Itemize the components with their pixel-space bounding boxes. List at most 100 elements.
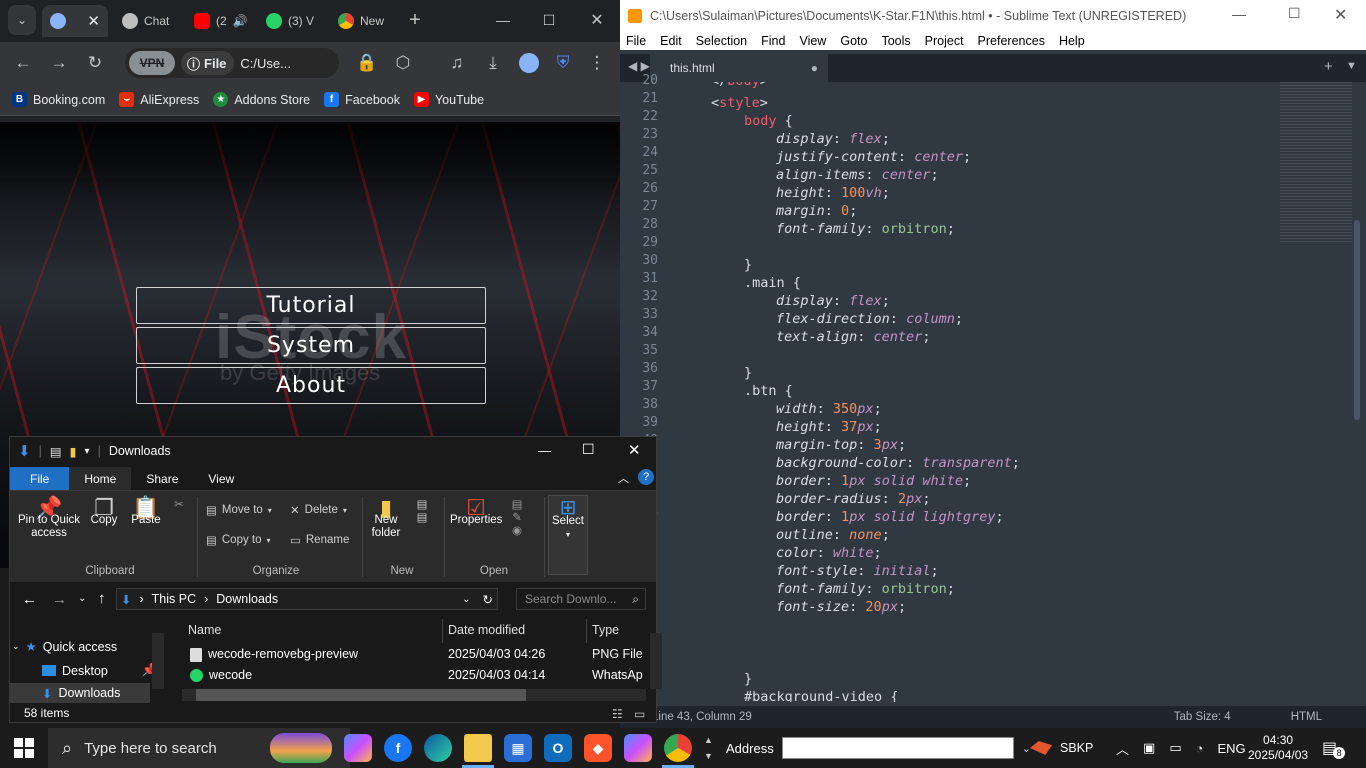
tab-size[interactable]: Tab Size: 4	[1174, 711, 1231, 723]
recent-locations-icon[interactable]: ⌄	[78, 593, 86, 604]
file-explorer-icon[interactable]	[464, 734, 492, 762]
edge-icon[interactable]	[424, 734, 452, 762]
tab-home[interactable]: Home	[69, 467, 132, 490]
tab-new[interactable]: New	[330, 5, 392, 37]
wifi-icon[interactable]: ◔	[1196, 741, 1204, 756]
notifications-button[interactable]: ▤ 8	[1322, 728, 1346, 768]
maximize-button[interactable]: ☐	[582, 441, 595, 458]
tab-nav-arrows-icon[interactable]: ◀ ▶	[628, 59, 650, 73]
folder-quick-icon[interactable]: ▮	[70, 444, 77, 459]
vpn-button[interactable]: VPN	[129, 51, 175, 75]
tab-chat[interactable]: Chat	[114, 5, 176, 37]
pin-quick-access-button[interactable]: 📌 Pin to Quick access	[16, 497, 82, 540]
column-date-modified[interactable]: Date modified	[448, 623, 525, 637]
toolbar-scroll-icon[interactable]: ▲ ▼	[704, 732, 713, 764]
vertical-scrollbar[interactable]	[650, 633, 662, 689]
language-indicator[interactable]: ENG	[1217, 741, 1245, 756]
tab-youtube[interactable]: (2 🔊	[186, 5, 248, 37]
table-row[interactable]: wecode 2025/04/03 04:14 WhatsAp	[190, 668, 650, 683]
media-control-icon[interactable]: ♫	[442, 48, 472, 78]
new-item-icon[interactable]: ▤ ▤	[410, 499, 434, 525]
new-tab-icon[interactable]: +	[1324, 58, 1333, 75]
menu-project[interactable]: Project	[925, 34, 964, 48]
menu-edit[interactable]: Edit	[660, 34, 682, 48]
details-view-icon[interactable]: ☷	[612, 707, 623, 721]
menu-tools[interactable]: Tools	[881, 34, 910, 48]
nav-quick-access[interactable]: ⌄ ★ Quick access	[12, 639, 117, 655]
forward-icon[interactable]: →	[44, 48, 74, 78]
show-hidden-icons-icon[interactable]: ︿	[1116, 739, 1129, 758]
delete-button[interactable]: ✕ Delete ▾	[290, 503, 347, 517]
quick-access-dropdown-icon[interactable]: ▾	[85, 446, 90, 457]
copy-to-button[interactable]: ▤ Copy to ▾	[206, 533, 271, 547]
large-icons-view-icon[interactable]: ▭	[634, 707, 645, 721]
menu-find[interactable]: Find	[761, 34, 785, 48]
code-editor[interactable]: </body> <style> body { display: flex; ju…	[678, 82, 1298, 702]
profile-avatar[interactable]	[514, 48, 544, 78]
close-window-button[interactable]: ✕	[628, 441, 641, 459]
properties-button[interactable]: ☑ Properties	[450, 497, 502, 527]
menu-goto[interactable]: Goto	[840, 34, 867, 48]
facebook-icon[interactable]: f	[384, 734, 412, 762]
maximize-button[interactable]: ☐	[1288, 5, 1301, 22]
extensions-icon[interactable]: ⬡	[388, 48, 418, 78]
store-icon[interactable]: ▦	[504, 734, 532, 762]
outlook-icon[interactable]: O	[544, 734, 572, 762]
crumb-downloads[interactable]: Downloads	[216, 592, 278, 606]
minimize-button[interactable]: —	[538, 443, 551, 458]
start-button[interactable]	[14, 738, 34, 758]
syntax-mode[interactable]: HTML	[1291, 711, 1322, 723]
clock[interactable]: 04:30 2025/04/03	[1248, 728, 1308, 768]
system-button[interactable]: System	[136, 327, 486, 364]
menu-file[interactable]: File	[626, 34, 646, 48]
search-input[interactable]: Search Downlo... ⌕	[516, 588, 646, 610]
brave-icon[interactable]: ◆	[584, 734, 612, 762]
help-icon[interactable]: ?	[638, 469, 654, 485]
close-window-button[interactable]: ✕	[574, 0, 620, 40]
address-dropdown-icon[interactable]: ⌄	[462, 594, 470, 605]
new-folder-button[interactable]: ▮ New folder	[368, 497, 404, 540]
open-icon[interactable]: ▤ ✎ ◉	[508, 499, 526, 538]
menu-view[interactable]: View	[799, 34, 826, 48]
crumb-this-pc[interactable]: This PC	[152, 592, 196, 606]
bookmark-facebook[interactable]: f Facebook	[324, 92, 400, 107]
scrollbar-thumb[interactable]	[1354, 220, 1360, 420]
tab-active[interactable]: ✕	[42, 5, 108, 37]
tab-search-button[interactable]: ⌄	[8, 5, 36, 35]
menu-icon[interactable]: ⋮	[582, 48, 612, 78]
cut-icon[interactable]: ✂	[170, 499, 188, 512]
bookmark-aliexpress[interactable]: ⌣ AliExpress	[119, 92, 199, 107]
tab-view[interactable]: View	[193, 467, 249, 490]
bookmark-addons-store[interactable]: ★ Addons Store	[213, 92, 310, 107]
menu-selection[interactable]: Selection	[696, 34, 747, 48]
address-input[interactable]	[781, 737, 1014, 759]
copilot-app-icon[interactable]	[624, 734, 652, 762]
paste-button[interactable]: 📋 Paste	[128, 497, 164, 527]
nav-desktop[interactable]: Desktop 📌	[42, 663, 157, 678]
speaker-icon[interactable]: 🔊	[233, 14, 248, 28]
taskbar-search-input[interactable]: ⌕ Type here to search	[48, 728, 350, 768]
rename-button[interactable]: ▭ Rename	[290, 533, 349, 547]
address-bar[interactable]: VPN ⓘ File C:/Use...	[125, 48, 339, 78]
tutorial-button[interactable]: Tutorial	[136, 287, 486, 324]
extension-lock-icon[interactable]: 🔒	[352, 48, 382, 78]
bookmark-youtube[interactable]: ▶ YouTube	[413, 92, 484, 107]
tab-share[interactable]: Share	[131, 467, 193, 490]
select-button[interactable]: ⊞ Select ▾	[548, 495, 588, 575]
minimize-button[interactable]: —	[1232, 6, 1246, 22]
column-name[interactable]: Name	[188, 623, 221, 637]
download-icon[interactable]: ⤓	[478, 48, 508, 78]
new-tab-button[interactable]: +	[400, 5, 430, 35]
back-icon[interactable]: ←	[22, 591, 37, 608]
refresh-icon[interactable]: ↻	[479, 592, 497, 607]
chrome-icon[interactable]	[664, 734, 692, 762]
shield-icon[interactable]: ⛨	[548, 48, 578, 78]
battery-icon[interactable]: ▭	[1169, 740, 1181, 756]
forward-icon[interactable]: →	[52, 591, 67, 608]
menu-help[interactable]: Help	[1059, 34, 1085, 48]
modified-dot-icon[interactable]: ●	[811, 61, 818, 75]
close-tab-icon[interactable]: ✕	[87, 12, 100, 30]
breadcrumb[interactable]: ⬇ › This PC › Downloads ⌄ ↻	[116, 588, 498, 610]
tab-file[interactable]: File	[10, 467, 70, 490]
sbkp-app[interactable]: SBKP	[1030, 728, 1093, 768]
